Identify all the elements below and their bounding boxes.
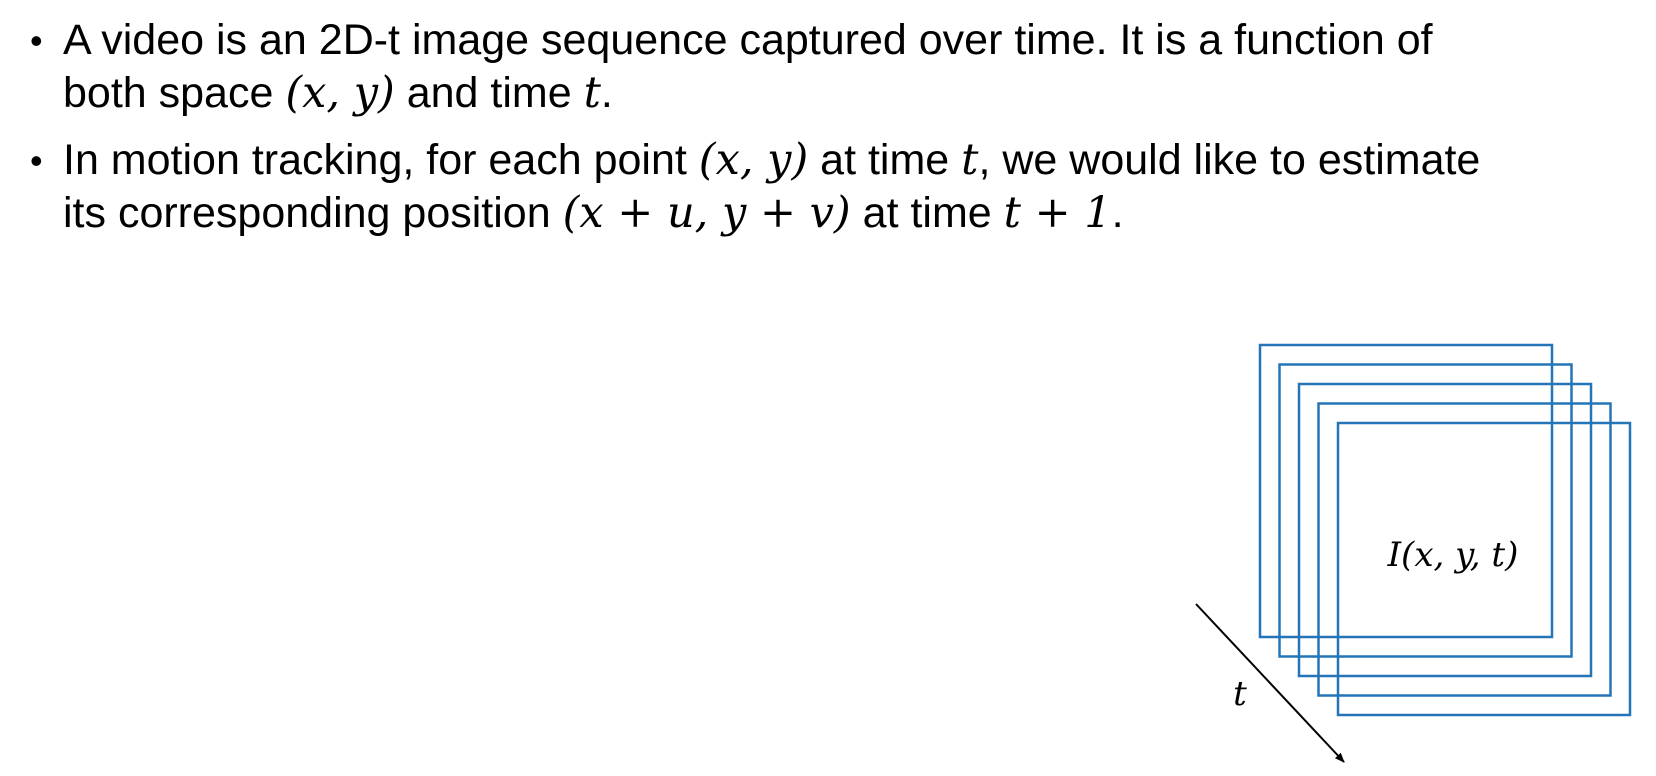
time-axis-arrow (1195, 603, 1345, 763)
video-frame-2 (1278, 363, 1573, 658)
time-axis-label: t (1233, 674, 1247, 714)
video-frame-3 (1297, 382, 1593, 678)
frame-stack (1258, 343, 1632, 717)
video-frame-1 (1258, 343, 1554, 639)
video-frame-stack-diagram: t I(x, y, t) (1195, 343, 1632, 763)
frame-label: I(x, y, t) (1387, 535, 1519, 575)
